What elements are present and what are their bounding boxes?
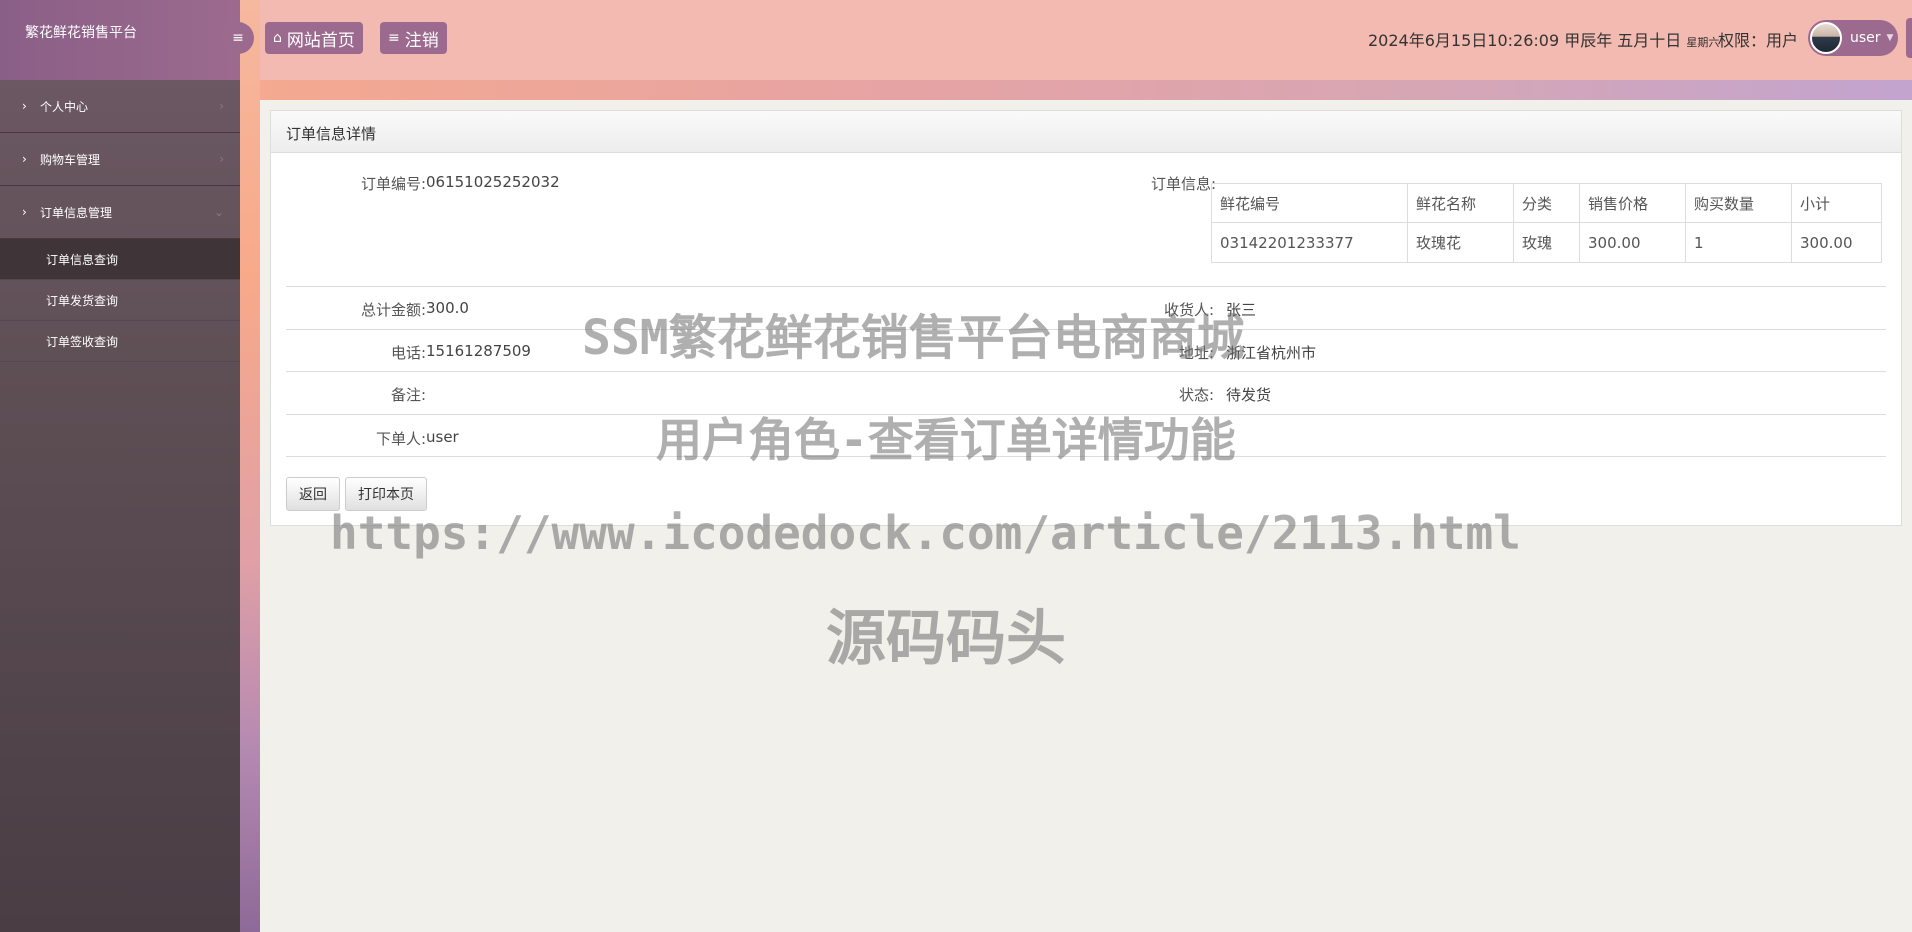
sidebar-subitem-receipt-query[interactable]: 订单签收查询	[0, 321, 240, 362]
chevron-down-icon: ⌄	[213, 205, 224, 219]
logout-button-label: 注销	[404, 30, 439, 51]
phone-value: 15161287509	[426, 342, 531, 360]
sidebar-item-label: 个人中心	[40, 99, 89, 114]
home-button[interactable]: ⌂ 网站首页	[265, 22, 363, 54]
chevron-right-icon: ›	[22, 152, 27, 166]
sidebar: 繁花鲜花销售平台 › 个人中心 › › 购物车管理 › › 订单信息管理 ⌄ 订…	[0, 0, 240, 932]
home-icon: ⌂	[273, 30, 282, 46]
table-header-cell: 鲜花编号	[1211, 183, 1408, 223]
order-info-label: 订单信息:	[1150, 175, 1216, 193]
panel-title: 订单信息详情	[271, 111, 1901, 153]
sidebar-subitem-shipping-query[interactable]: 订单发货查询	[0, 280, 240, 321]
table-cell: 1	[1685, 222, 1792, 263]
orderer-value: user	[426, 428, 459, 446]
total-value: 300.0	[426, 299, 469, 317]
total-label: 总计金额:	[360, 301, 426, 319]
user-menu[interactable]: user ▼	[1808, 20, 1898, 56]
datetime-text: 2024年6月15日10:26:09 甲辰年 五月十日	[1368, 31, 1682, 50]
order-no-label: 订单编号:	[360, 175, 426, 193]
permission-text: 权限：用户	[1718, 31, 1799, 50]
watermark-line-3: https://www.icodedock.com/article/2113.h…	[330, 506, 1521, 560]
chevron-right-icon: ›	[219, 99, 224, 113]
sidebar-item-label: 购物车管理	[40, 152, 101, 167]
table-header-cell: 销售价格	[1579, 183, 1686, 223]
home-button-label: 网站首页	[286, 30, 355, 51]
chevron-right-icon: ›	[22, 205, 27, 219]
status-label: 状态:	[1178, 386, 1214, 404]
table-header-cell: 鲜花名称	[1407, 183, 1514, 223]
table-row: 03142201233377 玫瑰花 玫瑰 300.00 1 300.00	[1211, 222, 1882, 263]
logout-button[interactable]: ≡ 注销	[380, 22, 447, 54]
weekday-text: 星期六	[1686, 36, 1720, 49]
menu-icon: ≡	[388, 30, 400, 46]
order-no-value: 06151025252032	[426, 173, 560, 191]
table-cell: 300.00	[1579, 222, 1686, 263]
remark-label: 备注:	[390, 386, 426, 404]
brand-title: 繁花鲜花销售平台	[0, 0, 240, 80]
menu-toggle-icon[interactable]: ≡	[222, 22, 254, 54]
watermark-line-1: SSM繁花鲜花销售平台电商商城	[582, 310, 1245, 366]
sidebar-item-label: 订单信息管理	[40, 205, 113, 220]
table-header-cell: 小计	[1791, 183, 1882, 223]
table-header-cell: 分类	[1513, 183, 1580, 223]
edge-tab	[1906, 18, 1912, 58]
table-cell: 玫瑰	[1513, 222, 1580, 263]
watermark-line-2: 用户角色-查看订单详情功能	[656, 413, 1236, 467]
caret-down-icon: ▼	[1886, 33, 1894, 43]
sidebar-subitem-order-query[interactable]: 订单信息查询	[0, 239, 240, 280]
header-band	[240, 80, 1912, 100]
phone-label: 电话:	[390, 344, 426, 362]
sidebar-item-cart-management[interactable]: › 购物车管理 ›	[0, 133, 240, 186]
watermark-line-4: 源码码头	[826, 604, 1066, 674]
avatar	[1810, 22, 1842, 54]
chevron-right-icon: ›	[22, 99, 27, 113]
table-cell: 玫瑰花	[1407, 222, 1514, 263]
orderer-label: 下单人:	[375, 430, 426, 448]
status-value: 待发货	[1226, 386, 1272, 404]
gradient-rail	[240, 0, 260, 932]
sidebar-item-order-management[interactable]: › 订单信息管理 ⌄	[0, 186, 240, 239]
username: user	[1850, 30, 1881, 46]
sidebar-item-personal-center[interactable]: › 个人中心 ›	[0, 80, 240, 133]
table-cell: 03142201233377	[1211, 222, 1408, 263]
order-items-table: 鲜花编号 鲜花名称 分类 销售价格 购买数量 小计 03142201233377…	[1211, 183, 1882, 263]
table-cell: 300.00	[1791, 222, 1882, 263]
table-header-cell: 购买数量	[1685, 183, 1792, 223]
datetime-display: 2024年6月15日10:26:09 甲辰年 五月十日 星期六	[1368, 27, 1719, 51]
table-header-row: 鲜花编号 鲜花名称 分类 销售价格 购买数量 小计	[1211, 183, 1882, 223]
chevron-right-icon: ›	[219, 152, 224, 166]
